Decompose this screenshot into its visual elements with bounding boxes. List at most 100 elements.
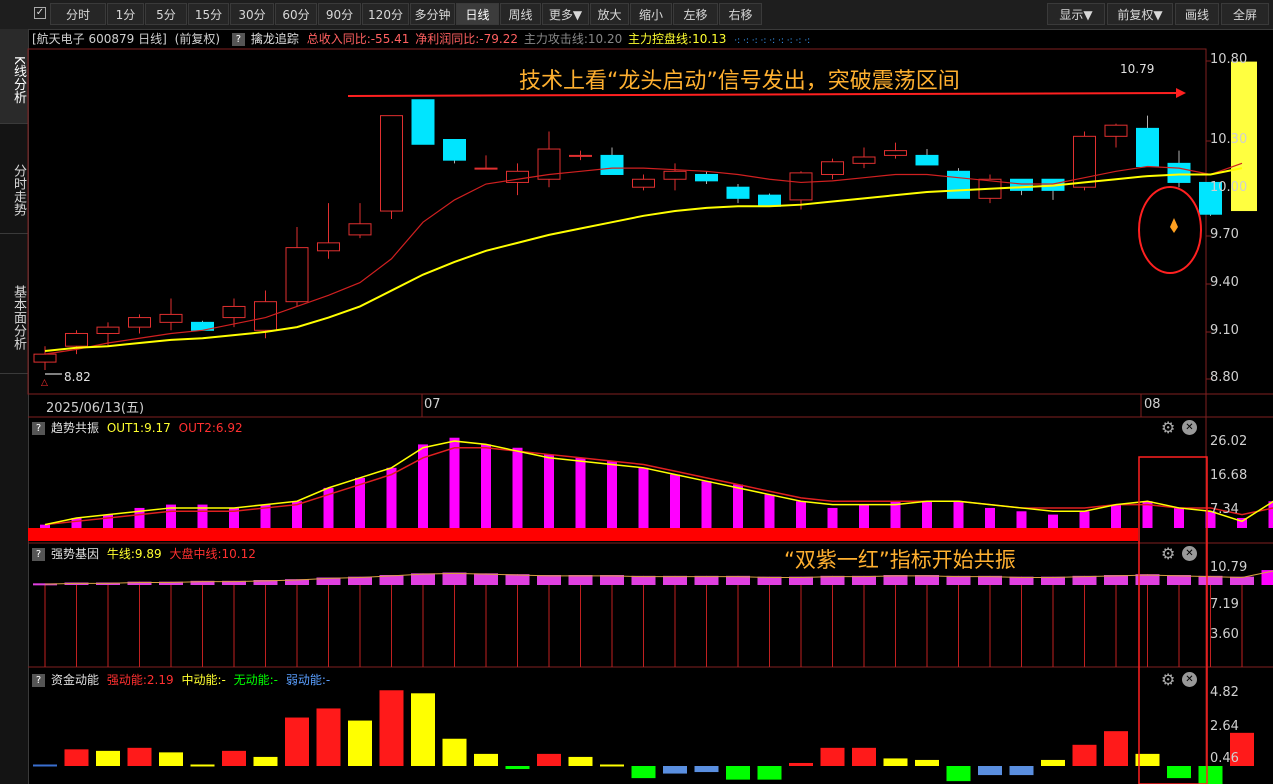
pane3-bar [789, 762, 813, 766]
out2-value: OUT2:6.92 [178, 421, 243, 435]
pane3-bar [442, 738, 467, 766]
candle-body [285, 247, 309, 303]
pane1-bar [638, 467, 649, 528]
pane1-axis-tick: 26.02 [1210, 434, 1248, 449]
pane1-bar [764, 494, 775, 528]
pane1-gear-icon[interactable]: ⚙ [1161, 418, 1175, 437]
pane2-gear-icon[interactable]: ⚙ [1161, 544, 1175, 563]
pane3-bar [222, 750, 246, 766]
pane3-bar [285, 717, 309, 766]
price-low-label: 8.82 [64, 370, 91, 384]
pane3-bar [316, 708, 341, 766]
pane3-bar [568, 756, 593, 766]
pane1-bar [1174, 507, 1184, 528]
pane1-bar [512, 447, 523, 528]
pane1-bar [1016, 511, 1027, 528]
date-jul: 07 [424, 397, 441, 412]
pane2-bar [442, 572, 467, 585]
pane3-close-icon[interactable]: ✕ [1182, 672, 1197, 687]
candle-body [222, 305, 246, 319]
pane2-close-icon[interactable]: ✕ [1182, 546, 1197, 561]
price-high-label: 10.79 [1120, 62, 1155, 76]
pane1-bar [922, 501, 932, 528]
pane1-bar [544, 454, 554, 528]
question-icon[interactable]: ? [32, 422, 45, 435]
pane1-bar [733, 484, 743, 528]
candle-body [821, 161, 844, 175]
pane3-bar [505, 766, 530, 770]
pane3-bar [1009, 766, 1034, 776]
pane2-bar [694, 575, 719, 585]
pane3-bar [33, 764, 57, 767]
candle-body [380, 115, 403, 212]
candle-body [1136, 127, 1159, 168]
pane3-header: ? 资金动能 强动能:2.19 中动能:- 无动能:- 弱动能:- [28, 671, 330, 689]
pane3-bar [474, 753, 498, 766]
main-axis-tick: 9.10 [1210, 323, 1239, 338]
bull-line: 牛线:9.89 [106, 547, 162, 561]
pane2-header: ? 强势基因 牛线:9.89 大盘中线:10.12 [28, 545, 256, 563]
pane1-bar [953, 501, 964, 528]
pane3-bar [946, 766, 971, 782]
rocket-icon [1170, 218, 1178, 233]
pane1-bar [386, 467, 397, 528]
pane3-bar [64, 749, 89, 766]
question-icon[interactable]: ? [32, 674, 45, 687]
pane1-axis-tick: 7.34 [1210, 502, 1239, 517]
pane3-bar [127, 747, 152, 766]
candle-body [1104, 124, 1128, 137]
pane3-name: 资金动能 [51, 673, 100, 687]
pane3-axis-tick: 4.82 [1210, 685, 1239, 700]
candle-body [695, 173, 718, 182]
main-annotation: 技术上看“龙头启动”信号发出，突破震荡区间 [519, 69, 960, 94]
pane2-bar [537, 575, 561, 585]
pane3-bar [757, 766, 782, 780]
pane3-gear-icon[interactable]: ⚙ [1161, 670, 1175, 689]
pane3-bar [883, 758, 908, 766]
breakout-arrow-icon [1176, 88, 1186, 98]
pane2-bar [631, 575, 656, 585]
candle-body [348, 223, 372, 236]
pane3-bar [537, 753, 561, 766]
candle-body [569, 154, 592, 157]
low-marker-icon: △ [41, 378, 48, 388]
pane1-bar [1048, 514, 1058, 528]
pane1-bar [670, 474, 680, 528]
pane1-bar [1268, 501, 1273, 528]
pane1-header: ? 趋势共振 OUT1:9.17 OUT2:6.92 [28, 419, 243, 437]
candle-body [884, 150, 907, 156]
pane1-bar [1079, 511, 1090, 528]
pane3-bar [852, 747, 876, 766]
pane3-bar [379, 690, 404, 766]
pane3-bar [726, 766, 750, 780]
pane1-close-icon[interactable]: ✕ [1182, 420, 1197, 435]
pane1-bar [575, 457, 586, 528]
candle-body [1167, 162, 1191, 183]
pane1-bar [449, 437, 460, 528]
main-axis-tick: 8.80 [1210, 370, 1239, 385]
candle-body [789, 172, 813, 201]
candle-body [1010, 178, 1033, 191]
pane1-bar [985, 507, 995, 528]
main-axis-tick: 10.80 [1210, 52, 1248, 67]
pane2-bar [946, 575, 971, 585]
pane3-bar [600, 764, 624, 767]
pane1-bar [859, 504, 869, 528]
pane3-axis-tick: 0.46 [1210, 751, 1239, 766]
candle-body [159, 313, 183, 323]
pane1-bar [481, 444, 491, 528]
pane3-bar [348, 720, 372, 766]
pane3-bar [190, 764, 215, 767]
pane1-bar [40, 524, 50, 528]
pane1-base-band [28, 528, 1138, 541]
pane2-bar [474, 573, 498, 585]
weak-energy: 弱动能:- [285, 673, 331, 687]
pane1-bar [827, 507, 838, 528]
candle-body [947, 170, 970, 199]
pane3-bar [253, 756, 278, 766]
pane3-bar [1041, 759, 1065, 766]
pane3-bar [1104, 731, 1128, 766]
pane1-bar [701, 481, 712, 528]
question-icon[interactable]: ? [32, 548, 45, 561]
chart-canvas [27, 48, 1273, 784]
